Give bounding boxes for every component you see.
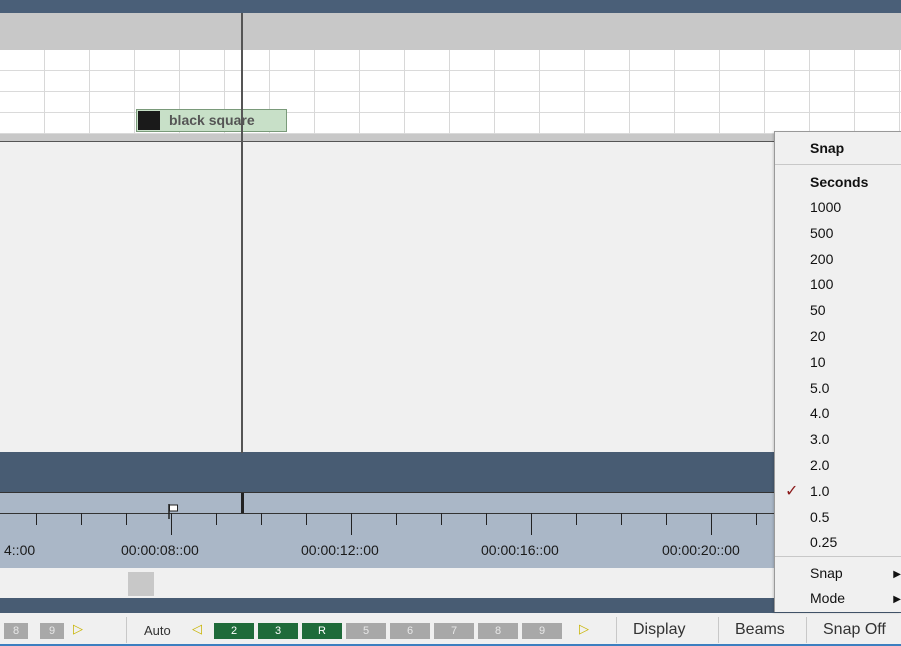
ruler-tick: [441, 513, 442, 525]
toolbar-cell-R[interactable]: R: [302, 623, 342, 639]
ruler-label: 4::00: [4, 542, 36, 558]
clip-color-swatch: [138, 111, 160, 130]
snap-option[interactable]: 500: [810, 225, 833, 241]
snap-context-menu: Snap Seconds 1000 500 200 100 50 20 10 5.0 4.0 3.…: [774, 131, 901, 612]
toolbar-cell[interactable]: 9: [40, 623, 64, 639]
snap-option[interactable]: 10: [810, 354, 826, 370]
display-button[interactable]: Display: [633, 621, 685, 639]
left-arrow-icon[interactable]: ◁: [192, 621, 202, 637]
ruler-tick: [261, 513, 262, 525]
horizontal-scrollbar[interactable]: [0, 568, 901, 598]
toolbar-cell[interactable]: 8: [4, 623, 28, 639]
snap-option[interactable]: 0.5: [810, 509, 829, 525]
ruler-tick: [351, 513, 352, 535]
marker-flag-icon[interactable]: [166, 503, 180, 519]
time-ruler[interactable]: 4::00 00:00:08::00 00:00:12::00 00:00:16…: [0, 492, 901, 568]
snap-option[interactable]: 4.0: [810, 405, 829, 421]
ruler-tick: [756, 513, 757, 525]
toolbar-cell-2[interactable]: 2: [214, 623, 254, 639]
check-icon: ✓: [785, 482, 799, 500]
top-dark-bar: [0, 0, 901, 13]
scrollbar-thumb[interactable]: [128, 572, 154, 596]
toolbar-separator: [806, 617, 807, 643]
toolbar-cell-9[interactable]: 9: [522, 623, 562, 639]
bottom-dark-bar: [0, 598, 901, 613]
menu-item-snap-submenu[interactable]: Snap: [810, 565, 843, 581]
track-lane[interactable]: black square: [0, 50, 901, 134]
auto-label: Auto: [144, 623, 171, 638]
snap-option[interactable]: 20: [810, 328, 826, 344]
timeline-dark-band: [0, 452, 901, 492]
ruler-tick: [531, 513, 532, 535]
ruler-tick: [216, 513, 217, 525]
menu-separator: [775, 556, 901, 557]
playhead-line[interactable]: [241, 13, 243, 453]
ruler-tick: [486, 513, 487, 525]
ruler-label: 00:00:12::00: [301, 542, 379, 558]
bottom-toolbar: 8 9 ▷ Auto ◁ 23R56789 ▷ Display Beams Sn…: [0, 613, 901, 646]
toolbar-cell-5[interactable]: 5: [346, 623, 386, 639]
toolbar-cell-6[interactable]: 6: [390, 623, 430, 639]
menu-title: Snap: [810, 140, 845, 156]
toolbar-cell-3[interactable]: 3: [258, 623, 298, 639]
submenu-arrow-icon: ▶: [893, 594, 901, 605]
ruler-baseline: [0, 513, 901, 514]
toolbar-separator: [616, 617, 617, 643]
ruler-tick: [81, 513, 82, 525]
snap-option[interactable]: 1000: [810, 199, 841, 215]
toolbar-cell-8[interactable]: 8: [478, 623, 518, 639]
snap-option[interactable]: 1.0: [810, 483, 829, 499]
ruler-tick: [621, 513, 622, 525]
snap-option[interactable]: 3.0: [810, 431, 829, 447]
ruler-tick: [576, 513, 577, 525]
ruler-tick: [666, 513, 667, 525]
playhead-marker[interactable]: [241, 493, 244, 513]
menu-separator: [775, 164, 901, 165]
ruler-tick: [711, 513, 712, 535]
timeline-clip[interactable]: black square: [136, 109, 287, 132]
snap-option[interactable]: 5.0: [810, 380, 829, 396]
toolbar-cell-7[interactable]: 7: [434, 623, 474, 639]
menu-section-label: Seconds: [810, 174, 869, 190]
ruler-tick: [126, 513, 127, 525]
ruler-tick: [396, 513, 397, 525]
snap-option[interactable]: 100: [810, 276, 833, 292]
snap-option[interactable]: 2.0: [810, 457, 829, 473]
timeline-empty-area[interactable]: [0, 142, 901, 452]
ruler-label: 00:00:16::00: [481, 542, 559, 558]
snap-off-button[interactable]: Snap Off: [823, 621, 886, 639]
toolbar-separator: [718, 617, 719, 643]
submenu-arrow-icon: ▶: [893, 569, 901, 580]
ruler-tick: [36, 513, 37, 525]
ruler-label: 00:00:20::00: [662, 542, 740, 558]
toolbar-separator: [126, 617, 127, 643]
ruler-label: 00:00:08::00: [121, 542, 199, 558]
snap-option[interactable]: 0.25: [810, 534, 837, 550]
track-header-strip: [0, 13, 901, 50]
track-separator: [0, 134, 901, 141]
snap-option[interactable]: 200: [810, 251, 833, 267]
menu-item-mode-submenu[interactable]: Mode: [810, 590, 845, 606]
ruler-tick: [306, 513, 307, 525]
right-arrow-icon[interactable]: ▷: [73, 621, 83, 637]
right-arrow-icon[interactable]: ▷: [579, 621, 589, 637]
snap-option[interactable]: 50: [810, 302, 826, 318]
beams-button[interactable]: Beams: [735, 621, 785, 639]
